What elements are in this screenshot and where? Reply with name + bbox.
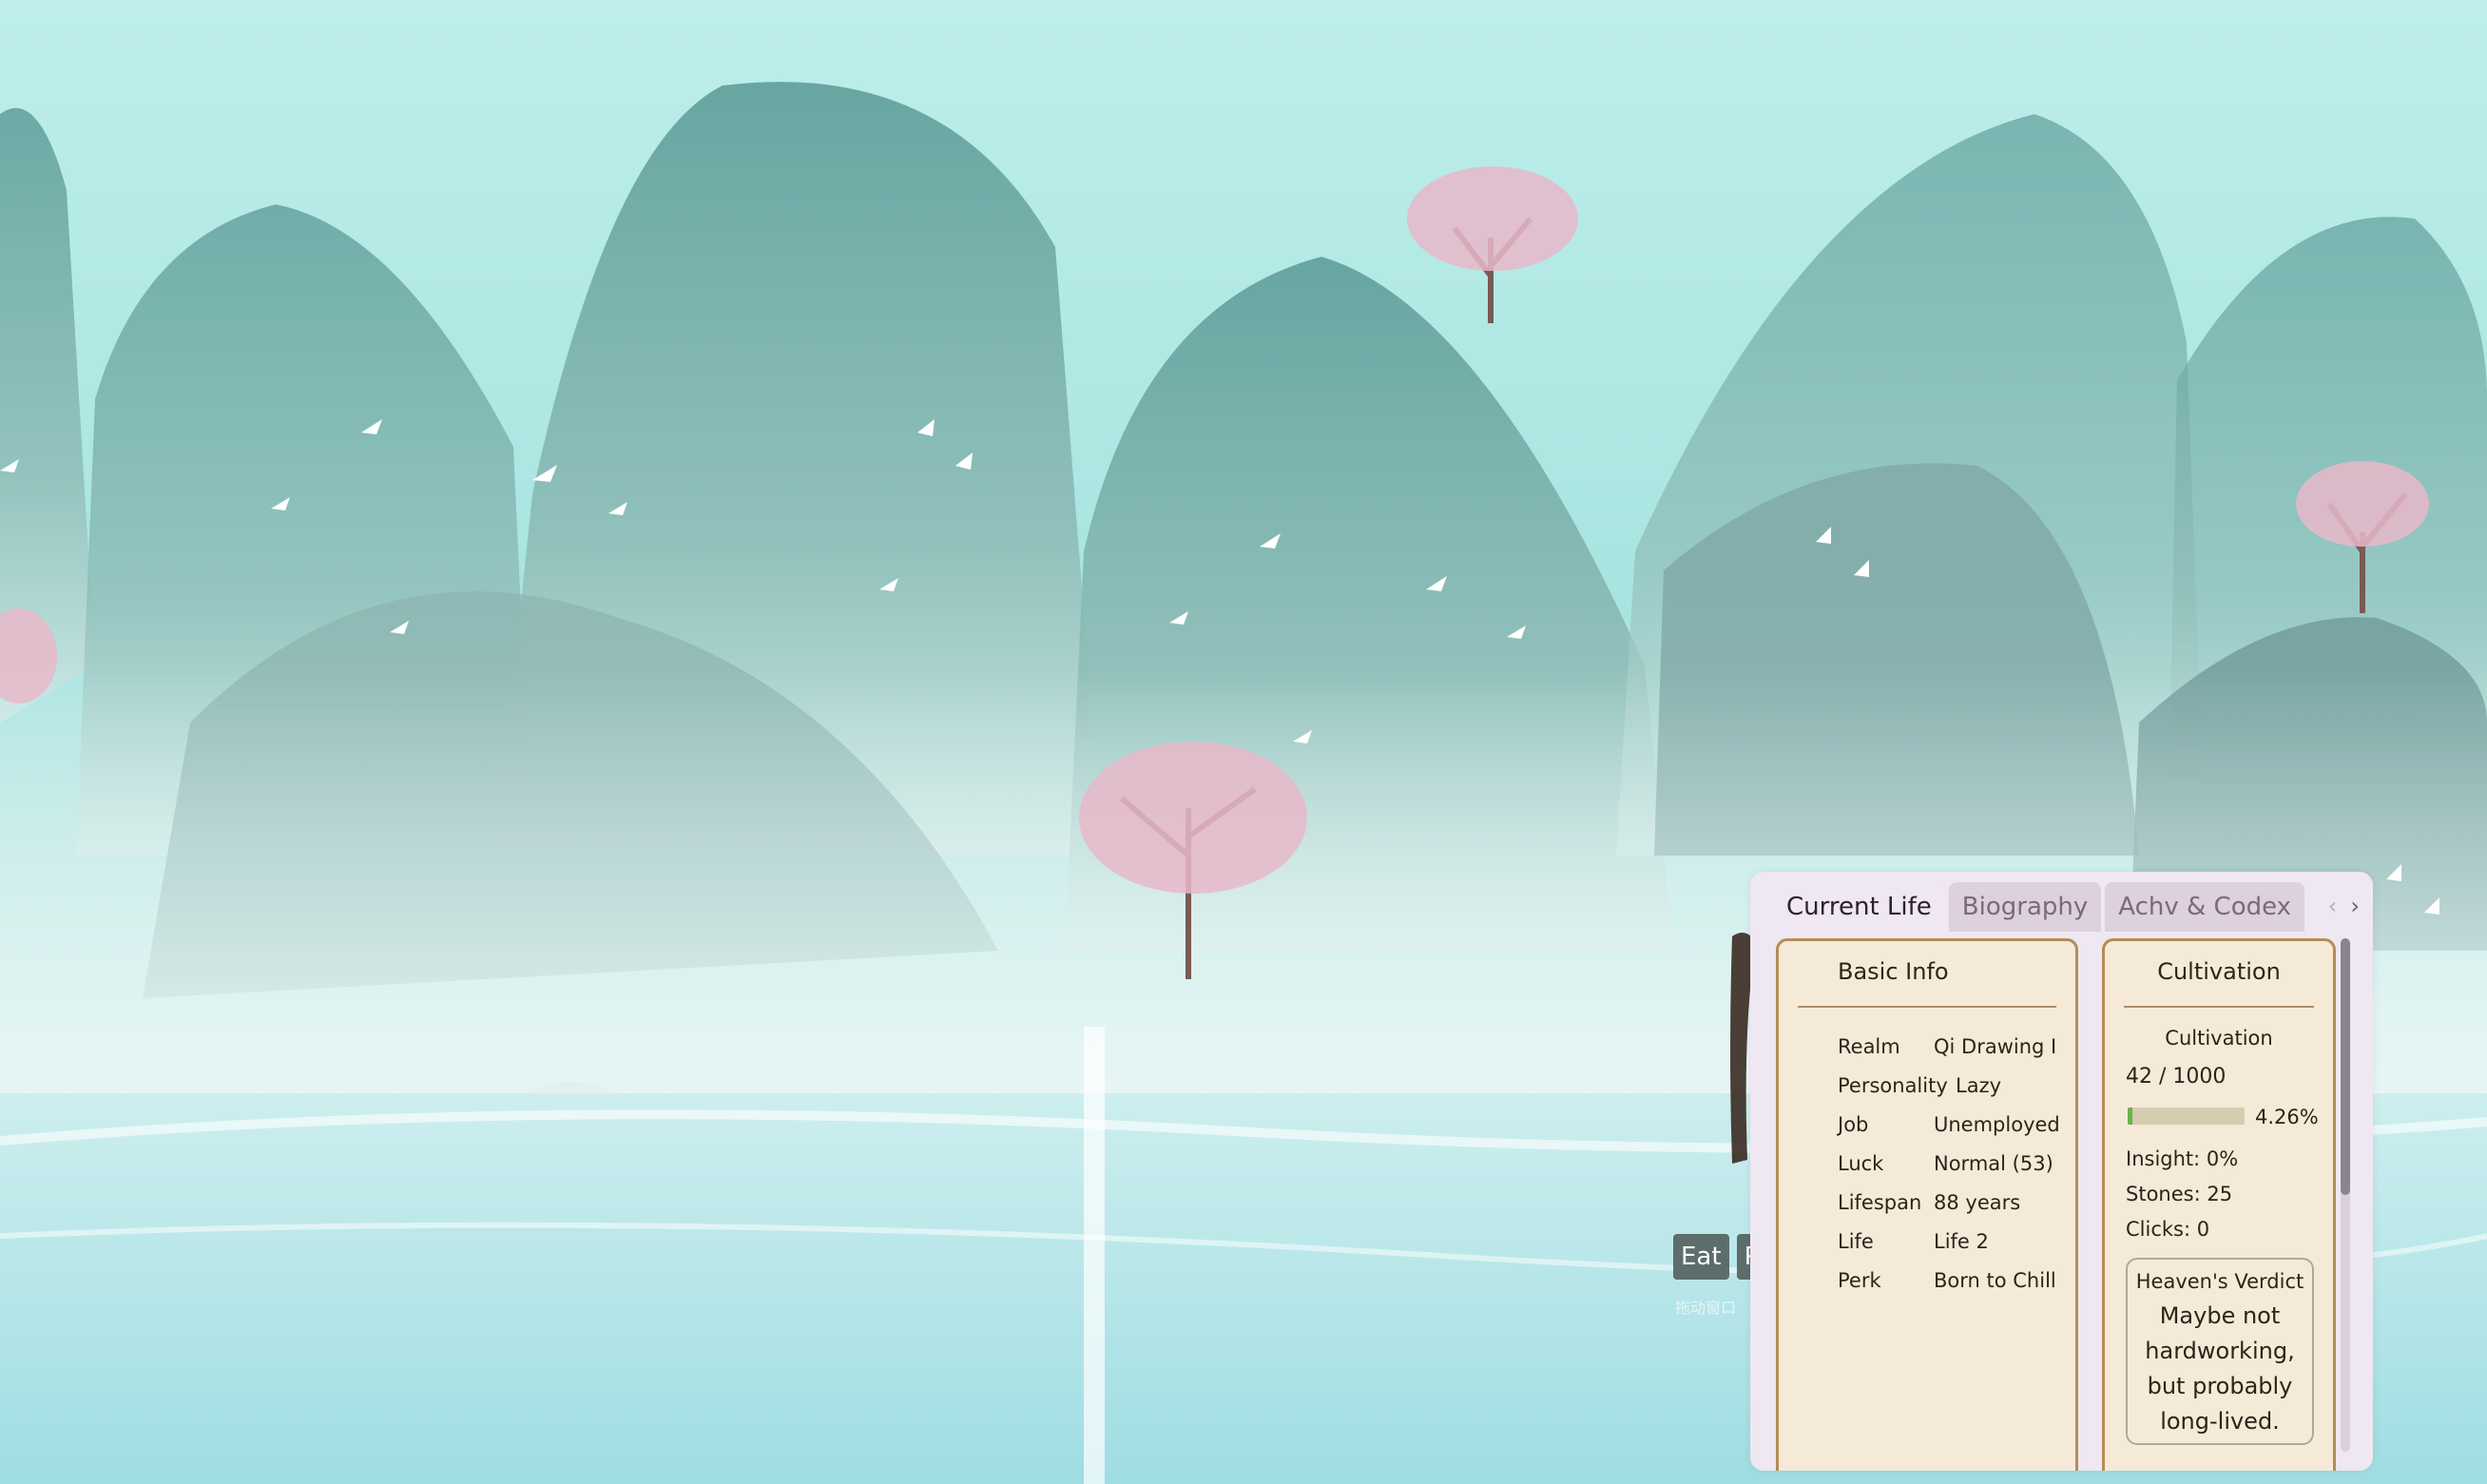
cultivation-progress-text: 42 / 1000 <box>2126 1065 2227 1089</box>
tab-achv-codex[interactable]: Achv & Codex <box>2105 882 2305 932</box>
divider <box>1798 1006 2056 1008</box>
info-row-life: Life Life 2 <box>1838 1222 2060 1261</box>
verdict-text: Maybe not hardworking, but probably long… <box>2145 1302 2295 1435</box>
cultivation-card: Cultivation Cultivation 42 / 1000 4.26% … <box>2102 938 2336 1471</box>
status-panel: Current Life Biography Achv & Codex ‹ › … <box>1750 872 2373 1471</box>
stones-stat: Stones: 25 <box>2126 1183 2233 1205</box>
row-value: Born to Chill <box>1934 1268 2056 1292</box>
panel-tabs: Current Life Biography Achv & Codex <box>1773 882 2305 932</box>
row-value: Unemployed <box>1934 1112 2060 1136</box>
row-value: 88 years <box>1934 1190 2021 1214</box>
info-row-job: Job Unemployed <box>1838 1105 2060 1144</box>
row-key: Luck <box>1838 1151 1884 1175</box>
clicks-stat: Clicks: 0 <box>2126 1218 2210 1241</box>
chevron-right-icon[interactable]: › <box>2350 893 2360 919</box>
row-key: Perk <box>1838 1268 1881 1292</box>
drag-window-hint: 拖动窗口 <box>1675 1299 1737 1317</box>
tab-nav: ‹ › <box>2328 893 2360 919</box>
tab-current-life[interactable]: Current Life <box>1773 882 1945 932</box>
row-value: Normal (53) <box>1934 1151 2053 1175</box>
info-row-luck: Luck Normal (53) <box>1838 1144 2060 1183</box>
insight-stat: Insight: 0% <box>2126 1147 2239 1170</box>
info-row-perk: Perk Born to Chill <box>1838 1261 2060 1300</box>
basic-info-card: Basic Info Realm Qi Drawing I Personalit… <box>1776 938 2078 1471</box>
divider <box>2124 1006 2314 1008</box>
cultivation-title: Cultivation <box>2157 958 2281 985</box>
panel-scrollbar[interactable] <box>2341 938 2350 1452</box>
cultivation-progress-bar <box>2128 1108 2245 1125</box>
row-value: Lazy <box>1956 1073 2002 1097</box>
info-row-personality: Personality Lazy <box>1838 1066 2060 1105</box>
verdict-title: Heaven's Verdict <box>2135 1270 2304 1293</box>
row-key: Life <box>1838 1229 1874 1253</box>
row-key: Personality <box>1838 1073 1948 1097</box>
row-key: Realm <box>1838 1034 1900 1058</box>
row-value: Life 2 <box>1934 1229 1989 1253</box>
row-key: Job <box>1838 1112 1869 1136</box>
info-row-lifespan: Lifespan 88 years <box>1838 1183 2060 1222</box>
row-key: Lifespan <box>1838 1190 1922 1214</box>
eat-button[interactable]: Eat <box>1673 1234 1729 1280</box>
scrollbar-thumb[interactable] <box>2341 938 2350 1195</box>
tab-biography[interactable]: Biography <box>1948 882 2102 932</box>
progress-fill <box>2128 1108 2133 1125</box>
info-row-realm: Realm Qi Drawing I <box>1838 1027 2060 1066</box>
cultivation-label: Cultivation <box>2165 1027 2273 1050</box>
chevron-left-icon[interactable]: ‹ <box>2328 893 2338 919</box>
row-value: Qi Drawing I <box>1934 1034 2057 1058</box>
heavens-verdict-box: Heaven's Verdict Maybe not hardworking, … <box>2126 1258 2314 1445</box>
basic-info-title: Basic Info <box>1838 958 1949 985</box>
cultivation-percent: 4.26% <box>2255 1106 2319 1128</box>
basic-info-list: Realm Qi Drawing I Personality Lazy Job … <box>1838 1027 2060 1300</box>
